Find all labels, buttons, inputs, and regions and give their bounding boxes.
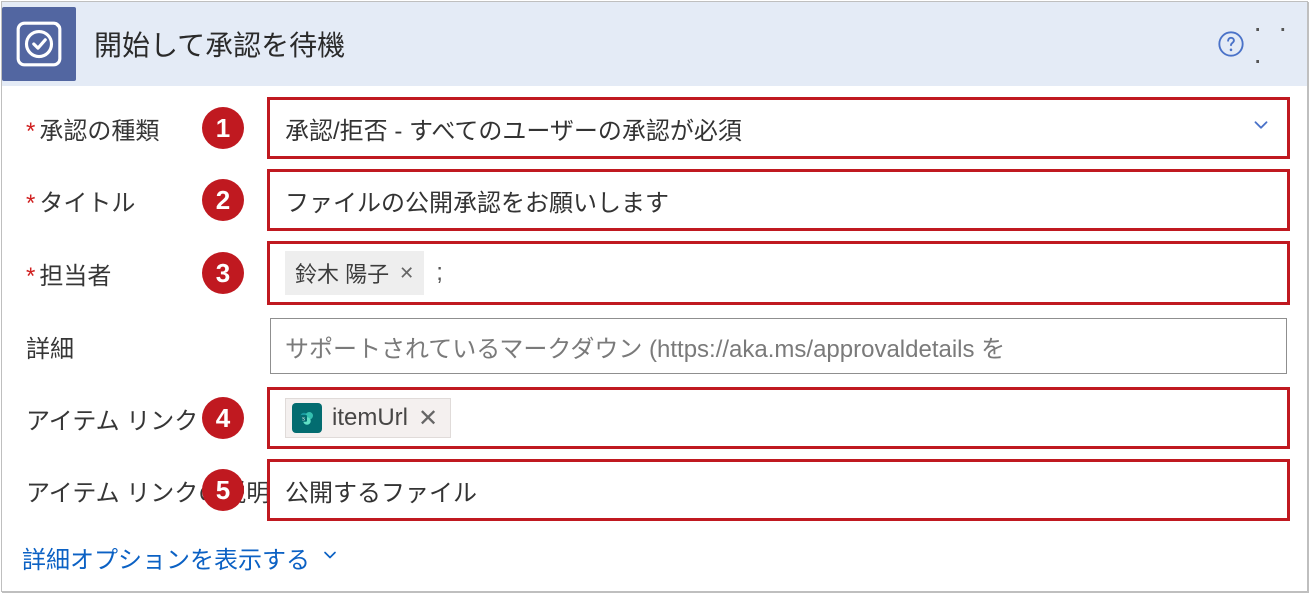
people-chip[interactable]: 鈴木 陽子 ✕ — [285, 251, 424, 295]
approval-action-card: 開始して承認を待機 · · · 承認の種類 1 承認/拒否 - すべてのユーザー… — [1, 1, 1308, 592]
title-value: ファイルの公開承認をお願いします — [285, 183, 669, 218]
show-advanced-options[interactable]: 詳細オプションを表示する — [2, 528, 1307, 591]
details-placeholder: サポートされているマークダウン (https://aka.ms/approval… — [285, 329, 1005, 364]
remove-chip-icon[interactable]: ✕ — [399, 263, 414, 284]
callout-badge-1: 1 — [202, 107, 244, 149]
item-link-desc-value: 公開するファイル — [285, 473, 477, 508]
more-menu-button[interactable]: · · · — [1253, 22, 1297, 66]
item-link-input[interactable]: S itemUrl ✕ — [270, 390, 1287, 446]
remove-token-icon[interactable]: ✕ — [418, 404, 438, 433]
row-assignee: 担当者 3 鈴木 陽子 ✕ ; — [2, 236, 1307, 310]
svg-text:S: S — [302, 416, 305, 422]
row-item-link: アイテム リンク 4 S itemUrl ✕ — [2, 382, 1307, 454]
help-button[interactable] — [1209, 22, 1253, 66]
parameters-list: 承認の種類 1 承認/拒否 - すべてのユーザーの承認が必須 タイトル 2 ファ… — [2, 86, 1307, 528]
row-title: タイトル 2 ファイルの公開承認をお願いします — [2, 164, 1307, 236]
row-approval-type: 承認の種類 1 承認/拒否 - すべてのユーザーの承認が必須 — [2, 92, 1307, 164]
callout-badge-4: 4 — [202, 397, 244, 439]
token-label: itemUrl — [332, 404, 408, 432]
approval-type-value: 承認/拒否 - すべてのユーザーの承認が必須 — [285, 111, 742, 146]
row-details: 詳細 サポートされているマークダウン (https://aka.ms/appro… — [2, 310, 1307, 382]
chevron-down-icon — [320, 545, 340, 570]
approval-type-dropdown[interactable]: 承認/拒否 - すべてのユーザーの承認が必須 — [270, 100, 1287, 156]
row-item-link-desc: アイテム リンクの説明 5 公開するファイル — [2, 454, 1307, 526]
callout-badge-2: 2 — [202, 179, 244, 221]
people-chip-name: 鈴木 陽子 — [295, 257, 389, 289]
sharepoint-icon: S — [292, 403, 322, 433]
assignee-people-picker[interactable]: 鈴木 陽子 ✕ ; — [270, 244, 1287, 302]
chip-separator: ; — [436, 259, 443, 287]
title-input[interactable]: ファイルの公開承認をお願いします — [270, 172, 1287, 228]
label-details: 詳細 — [26, 329, 270, 364]
callout-badge-3: 3 — [202, 252, 244, 294]
card-header: 開始して承認を待機 · · · — [2, 2, 1307, 86]
details-input[interactable]: サポートされているマークダウン (https://aka.ms/approval… — [270, 318, 1287, 374]
callout-badge-5: 5 — [202, 469, 244, 511]
chevron-down-icon — [1250, 114, 1272, 143]
show-advanced-label: 詳細オプションを表示する — [22, 540, 310, 575]
item-link-desc-input[interactable]: 公開するファイル — [270, 462, 1287, 518]
card-title: 開始して承認を待機 — [94, 24, 1209, 64]
dynamic-content-token[interactable]: S itemUrl ✕ — [285, 398, 451, 438]
approval-check-icon — [2, 7, 76, 81]
